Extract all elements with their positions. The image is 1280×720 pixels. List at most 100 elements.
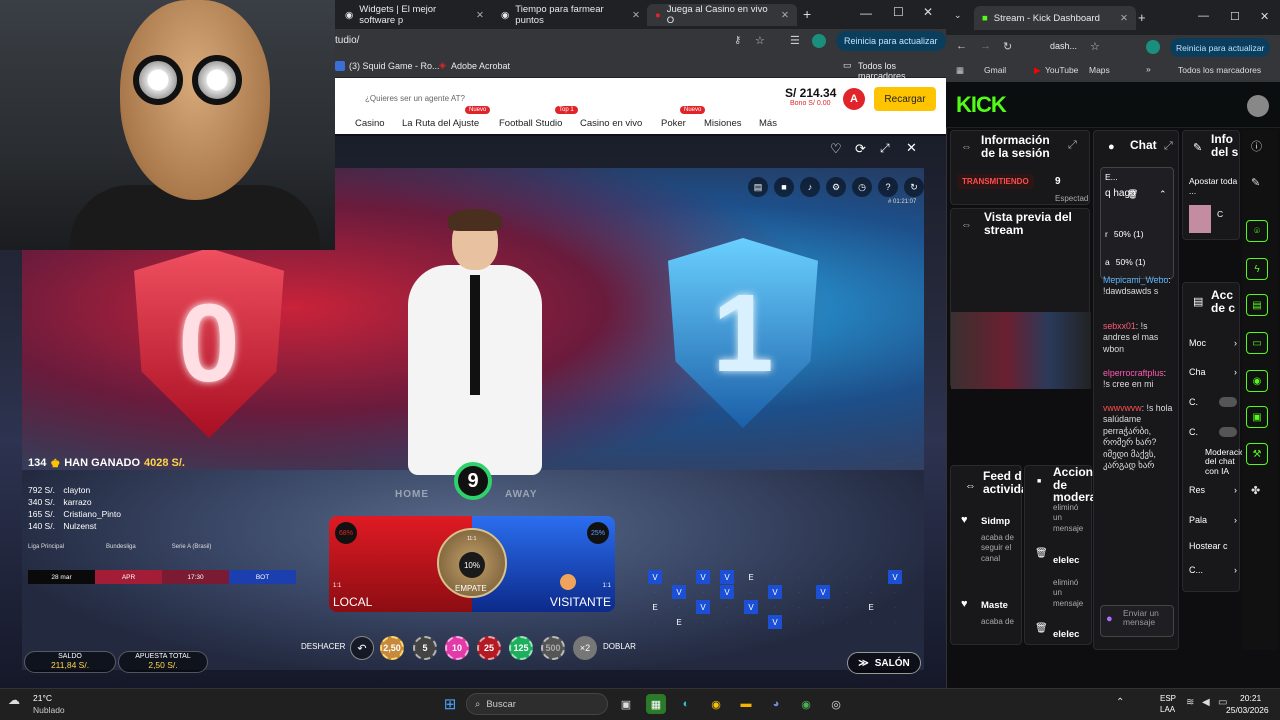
drag-handle-icon[interactable]: ■ xyxy=(1037,478,1041,485)
window-close-icon[interactable]: ✕ xyxy=(923,5,933,19)
mod-user[interactable]: elelec xyxy=(1053,629,1079,640)
nav-misiones[interactable]: Misiones xyxy=(704,118,742,129)
language-indicator[interactable]: ESP xyxy=(1160,694,1176,703)
volume-icon[interactable]: ♪ xyxy=(800,177,820,197)
lobby-button[interactable]: ≫ SALÓN xyxy=(847,652,921,674)
setting-row[interactable]: Res › xyxy=(1189,485,1237,495)
bookmark-acrobat[interactable]: Adobe Acrobat xyxy=(451,61,510,71)
info-icon[interactable]: ⓘ xyxy=(1251,138,1262,154)
url-field[interactable]: dash... xyxy=(1050,41,1077,51)
edit-icon[interactable]: ✎ xyxy=(1251,176,1260,189)
chip-5[interactable]: 5 xyxy=(413,636,437,660)
bookmark-gmail[interactable]: Gmail xyxy=(984,65,1006,75)
extensions-icon[interactable]: ☰ xyxy=(790,34,800,47)
volume-icon[interactable]: ◀ xyxy=(1202,697,1210,708)
task-view-icon[interactable]: ▣ xyxy=(616,694,636,714)
profile-avatar[interactable] xyxy=(812,34,826,48)
mic-icon[interactable]: ● xyxy=(1106,613,1113,625)
forward-icon[interactable]: → xyxy=(980,40,991,52)
nav-football-studio[interactable]: Football Studio xyxy=(499,118,562,129)
edge-icon[interactable]: ◐ xyxy=(676,694,696,714)
lightning-icon[interactable]: ϟ xyxy=(1246,258,1268,280)
nav-ruta-ajuste[interactable]: La Ruta del Ajuste xyxy=(402,118,479,129)
minimize-icon[interactable]: — xyxy=(1198,10,1209,22)
fullscreen-icon[interactable]: ⤢ xyxy=(880,141,890,156)
back-icon[interactable]: ← xyxy=(956,40,967,52)
setting-row[interactable]: Hostear c xyxy=(1189,541,1241,551)
reload-icon[interactable]: ↻ xyxy=(1003,40,1012,53)
help-icon[interactable]: ? xyxy=(878,177,898,197)
close-icon[interactable]: ✕ xyxy=(1120,13,1128,24)
user-avatar[interactable]: A xyxy=(843,88,865,110)
setting-row[interactable]: C... › xyxy=(1189,565,1237,575)
drag-handle-icon[interactable]: ⇔ xyxy=(965,480,976,492)
recharge-button[interactable]: Recargar xyxy=(874,87,936,111)
all-bookmarks[interactable]: Todos los marcadores xyxy=(1178,65,1261,75)
setting-ai-moderation[interactable]: Moderación del chat con IA xyxy=(1205,447,1249,476)
bet-thumbnail[interactable] xyxy=(1189,205,1211,233)
layout-icon[interactable]: ▣ xyxy=(1246,406,1268,428)
password-key-icon[interactable]: ⚷ xyxy=(734,35,741,46)
poll-option[interactable]: a 50% (1) xyxy=(1105,252,1169,272)
drag-handle-icon[interactable]: ⇔ xyxy=(961,219,972,231)
trash-icon[interactable]: 🗑 xyxy=(1127,189,1138,200)
chip-500[interactable]: 500 xyxy=(541,636,565,660)
list-icon[interactable]: ▤ xyxy=(1246,294,1268,316)
update-button[interactable]: Reinicia para actualizar xyxy=(1170,38,1271,57)
wrench-icon[interactable]: ⚒ xyxy=(1246,443,1268,465)
nav-poker[interactable]: Poker xyxy=(661,118,686,129)
video-icon[interactable]: ■ xyxy=(774,177,794,197)
nav-mas[interactable]: Más xyxy=(759,118,777,129)
window-close-icon[interactable]: ✕ xyxy=(1260,10,1269,23)
close-icon[interactable]: ✕ xyxy=(632,10,640,21)
update-button[interactable]: Reinicia para actualizar xyxy=(836,31,946,51)
chip-250[interactable]: 2,50 xyxy=(380,636,404,660)
chip-125[interactable]: 125 xyxy=(509,636,533,660)
setting-row[interactable]: Cha › xyxy=(1189,367,1237,377)
taskbar-search[interactable]: ⌕ Buscar xyxy=(466,693,608,715)
weather-icon[interactable]: ☁ xyxy=(8,693,20,707)
discord-icon[interactable]: ◕ xyxy=(766,694,786,714)
setting-row[interactable]: Pala › xyxy=(1189,515,1237,525)
user-avatar[interactable] xyxy=(1247,95,1269,117)
apps-icon[interactable] xyxy=(335,61,345,71)
chrome-profile-icon[interactable]: ◉ xyxy=(796,694,816,714)
chevron-more-icon[interactable]: » xyxy=(1146,64,1151,74)
bookmark-maps[interactable]: Maps xyxy=(1089,65,1110,75)
chat-icon[interactable]: ▤ xyxy=(748,177,768,197)
bookmark-squid[interactable]: (3) Squid Game - Ro... xyxy=(349,61,440,71)
feed-user[interactable]: Sidmp xyxy=(981,516,1010,527)
minimize-icon[interactable]: — xyxy=(860,6,872,20)
nav-casino-en-vivo[interactable]: Casino en vivo xyxy=(580,118,642,129)
bet-draw[interactable]: 11:1 10% EMPATE xyxy=(437,528,507,598)
windows-start-icon[interactable]: ⊞ xyxy=(440,694,460,714)
profile-avatar[interactable] xyxy=(1146,40,1160,54)
mod-user[interactable]: elelec xyxy=(1053,555,1079,566)
popout-icon[interactable]: ⤢ xyxy=(1164,140,1173,153)
new-tab-icon[interactable]: + xyxy=(1138,10,1146,25)
kick-logo[interactable]: KICK xyxy=(956,92,1007,118)
maximize-icon[interactable]: ☐ xyxy=(893,5,904,19)
refresh-icon[interactable]: ⟳ xyxy=(855,141,866,157)
apps-icon[interactable]: ▦ xyxy=(956,65,964,76)
tab-casino[interactable]: ● Juega al Casino en vivo O ✕ xyxy=(647,4,797,26)
puzzle-icon[interactable]: ✤ xyxy=(1251,484,1260,497)
star-icon[interactable]: ☆ xyxy=(1090,40,1100,53)
double-icon[interactable]: ×2 xyxy=(573,636,597,660)
bookmark-youtube[interactable]: YouTube xyxy=(1045,65,1078,75)
file-explorer-icon[interactable]: ▬ xyxy=(736,694,756,714)
tab-farmear[interactable]: ◉ Tiempo para farmear puntos ✕ xyxy=(493,4,648,26)
camera-icon[interactable]: ⌾ xyxy=(1246,220,1268,242)
chip-10[interactable]: 10 xyxy=(445,636,469,660)
favorite-heart-icon[interactable]: ♡ xyxy=(830,141,842,157)
league-tab[interactable]: Serie A (Brasil) xyxy=(172,544,212,550)
obs-icon[interactable]: ◎ xyxy=(826,694,846,714)
tab-widgets[interactable]: ◉ Widgets | El mejor software p ✕ xyxy=(337,4,492,26)
chrome-icon[interactable]: ◉ xyxy=(706,694,726,714)
new-tab-icon[interactable]: + xyxy=(803,6,811,22)
close-icon[interactable]: ✕ xyxy=(781,10,789,21)
minecraft-icon[interactable]: ▦ xyxy=(646,694,666,714)
setting-toggle-row[interactable]: C. xyxy=(1189,427,1237,437)
league-tab[interactable]: Bundesliga xyxy=(106,544,136,550)
star-icon[interactable]: ☆ xyxy=(755,34,765,47)
